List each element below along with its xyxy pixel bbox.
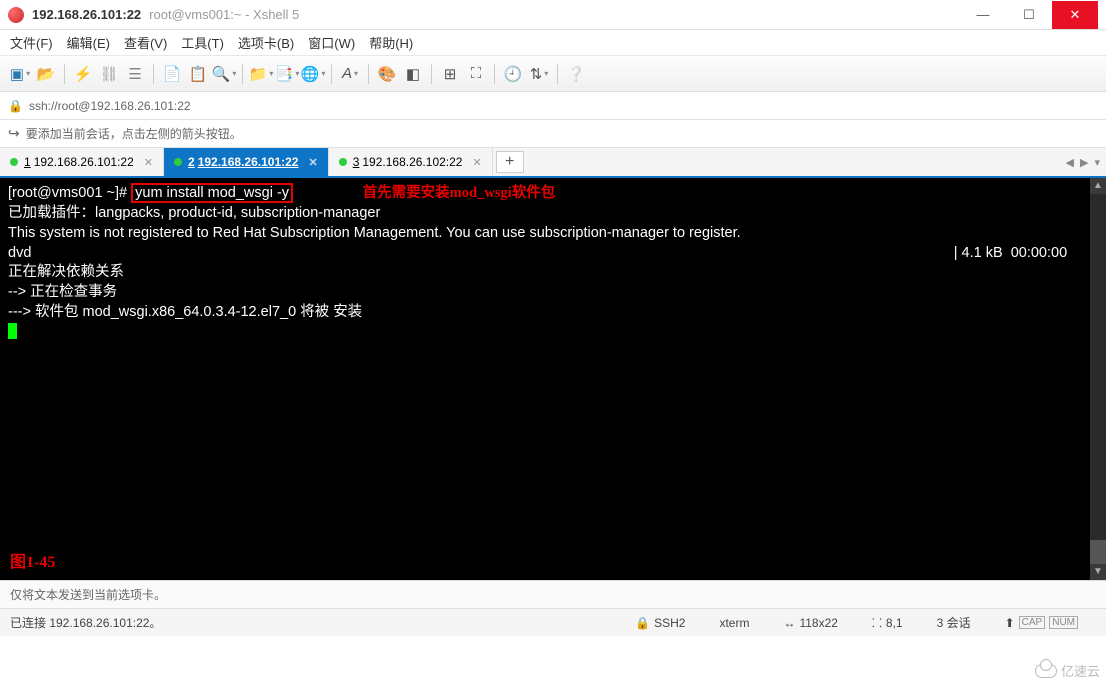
hint-bar: ↪ 要添加当前会话，点击左侧的箭头按钮。 bbox=[0, 120, 1106, 148]
toolbar: ▣ 📂 ⚡ ⛓ ☰ 📄 📋 🔍 📁 📑 🌐 A 🎨 ◧ ⊞ ⛶ 🕘 ⇅ ❔ bbox=[0, 56, 1106, 92]
terminal[interactable]: [root@vms001 ~]# yum install mod_wsgi -y… bbox=[0, 178, 1106, 580]
tab-close-icon[interactable]: ✕ bbox=[472, 156, 481, 169]
separator bbox=[64, 64, 65, 84]
annotation-text: 首先需要安装mod_wsgi软件包 bbox=[363, 185, 556, 201]
separator bbox=[494, 64, 495, 84]
separator bbox=[431, 64, 432, 84]
hint-text: 要添加当前会话，点击左侧的箭头按钮。 bbox=[26, 125, 242, 142]
separator bbox=[331, 64, 332, 84]
color-icon[interactable]: 🎨 bbox=[375, 62, 399, 86]
tab-next-icon[interactable]: ▶ bbox=[1080, 156, 1088, 169]
status-dot-icon bbox=[339, 158, 347, 166]
menu-tools[interactable]: 工具(T) bbox=[181, 33, 224, 52]
tab-prev-icon[interactable]: ◀ bbox=[1066, 156, 1074, 169]
menu-view[interactable]: 查看(V) bbox=[124, 33, 167, 52]
close-button[interactable]: ✕ bbox=[1052, 1, 1098, 29]
terminal-line: 已加载插件：langpacks, product-id, subscriptio… bbox=[8, 205, 380, 221]
session-tab-1[interactable]: 1 192.168.26.101:22 ✕ bbox=[0, 148, 164, 176]
scroll-down-icon[interactable]: ▼ bbox=[1090, 564, 1106, 580]
connection-status: 已连接 192.168.26.101:22。 bbox=[10, 614, 161, 631]
paste-icon[interactable]: 📋 bbox=[186, 62, 210, 86]
log-icon[interactable]: 🕘 bbox=[501, 62, 525, 86]
status-dot-icon bbox=[10, 158, 18, 166]
scroll-up-icon[interactable]: ▲ bbox=[1090, 178, 1106, 194]
status-bar: 已连接 192.168.26.101:22。 🔒 SSH2 xterm ↔ 11… bbox=[0, 608, 1106, 636]
copy-icon[interactable]: 📄 bbox=[160, 62, 184, 86]
separator bbox=[153, 64, 154, 84]
status-dot-icon bbox=[174, 158, 182, 166]
maximize-button[interactable]: ☐ bbox=[1006, 1, 1052, 29]
theme-icon[interactable]: ◧ bbox=[401, 62, 425, 86]
protocol-indicator: 🔒 SSH2 bbox=[635, 616, 685, 630]
help-icon[interactable]: ❔ bbox=[564, 62, 588, 86]
address-text[interactable]: ssh://root@192.168.26.101:22 bbox=[29, 99, 191, 113]
send-hint-bar: 仅将文本发送到当前选项卡。 bbox=[0, 580, 1106, 608]
menu-edit[interactable]: 编辑(E) bbox=[67, 33, 110, 52]
send-hint-text: 仅将文本发送到当前选项卡。 bbox=[10, 586, 166, 603]
terminal-line: dvd bbox=[8, 245, 31, 261]
terminal-line: 正在解决依赖关系 bbox=[8, 264, 124, 280]
command-highlight: yum install mod_wsgi -y bbox=[131, 183, 293, 203]
separator bbox=[557, 64, 558, 84]
lock-icon[interactable]: 📁 bbox=[249, 62, 273, 86]
tab-close-icon[interactable]: ✕ bbox=[144, 156, 153, 169]
tab-label: 192.168.26.102:22 bbox=[362, 155, 462, 169]
menu-bar: 文件(F) 编辑(E) 查看(V) 工具(T) 选项卡(B) 窗口(W) 帮助(… bbox=[0, 30, 1106, 56]
session-count: 3 会话 bbox=[937, 614, 971, 631]
menu-window[interactable]: 窗口(W) bbox=[308, 33, 355, 52]
title-bar: 192.168.26.101:22 root@vms001:~ - Xshell… bbox=[0, 0, 1106, 30]
separator bbox=[242, 64, 243, 84]
cursor bbox=[8, 323, 17, 339]
app-icon bbox=[8, 7, 24, 23]
tab-label: 192.168.26.101:22 bbox=[198, 155, 299, 169]
lock-icon: 🔒 bbox=[8, 99, 23, 113]
new-session-icon[interactable]: ▣ bbox=[8, 62, 32, 86]
menu-file[interactable]: 文件(F) bbox=[10, 33, 53, 52]
open-icon[interactable]: 📂 bbox=[34, 62, 58, 86]
address-bar: 🔒 ssh://root@192.168.26.101:22 bbox=[0, 92, 1106, 120]
find-icon[interactable]: 🔍 bbox=[212, 62, 236, 86]
terminal-line: ---> 软件包 mod_wsgi.x86_64.0.3.4-12.el7_0 … bbox=[8, 304, 362, 320]
terminal-line: --> 正在检查事务 bbox=[8, 284, 117, 300]
tab-close-icon[interactable]: ✕ bbox=[308, 156, 317, 169]
menu-help[interactable]: 帮助(H) bbox=[369, 33, 413, 52]
terminal-line: This system is not registered to Red Hat… bbox=[8, 225, 741, 241]
tab-bar: 1 192.168.26.101:22 ✕ 2 192.168.26.101:2… bbox=[0, 148, 1106, 178]
fullscreen-icon[interactable]: ⛶ bbox=[464, 62, 488, 86]
tab-list-icon[interactable]: ▾ bbox=[1094, 156, 1100, 169]
font-icon[interactable]: A bbox=[338, 62, 362, 86]
terminal-type: xterm bbox=[719, 616, 749, 630]
prompt: [root@vms001 ~]# bbox=[8, 185, 131, 201]
layout-icon[interactable]: ⊞ bbox=[438, 62, 462, 86]
new-tab-button[interactable]: + bbox=[496, 151, 524, 173]
add-session-icon[interactable]: ↪ bbox=[8, 125, 20, 142]
window-title-sub: root@vms001:~ - Xshell 5 bbox=[149, 7, 299, 22]
terminal-line: | 4.1 kB 00:00:00 bbox=[954, 245, 1067, 261]
disconnect-icon[interactable]: ⛓ bbox=[97, 62, 121, 86]
globe-icon[interactable]: 🌐 bbox=[301, 62, 325, 86]
terminal-size: ↔ 118x22 bbox=[783, 616, 837, 630]
transfer-icon[interactable]: ⇅ bbox=[527, 62, 551, 86]
minimize-button[interactable]: — bbox=[960, 1, 1006, 29]
session-tab-2[interactable]: 2 192.168.26.101:22 ✕ bbox=[164, 148, 329, 176]
tab-nav: ◀ ▶ ▾ bbox=[1060, 148, 1106, 176]
properties-icon[interactable]: ☰ bbox=[123, 62, 147, 86]
menu-tabs[interactable]: 选项卡(B) bbox=[238, 33, 294, 52]
separator bbox=[368, 64, 369, 84]
cloud-icon bbox=[1035, 664, 1057, 678]
script-icon[interactable]: 📑 bbox=[275, 62, 299, 86]
window-title-main: 192.168.26.101:22 bbox=[32, 7, 141, 22]
session-tab-3[interactable]: 3 192.168.26.102:22 ✕ bbox=[329, 148, 493, 176]
cursor-position: ⸬ 8,1 bbox=[872, 614, 903, 631]
figure-label: 图1-45 bbox=[10, 553, 55, 574]
watermark: 亿速云 bbox=[1035, 661, 1100, 680]
reconnect-icon[interactable]: ⚡ bbox=[71, 62, 95, 86]
tab-label: 192.168.26.101:22 bbox=[34, 155, 134, 169]
caps-indicator: ⬆ CAP NUM bbox=[1005, 616, 1078, 630]
scrollbar[interactable]: ▲ ▼ bbox=[1090, 178, 1106, 580]
